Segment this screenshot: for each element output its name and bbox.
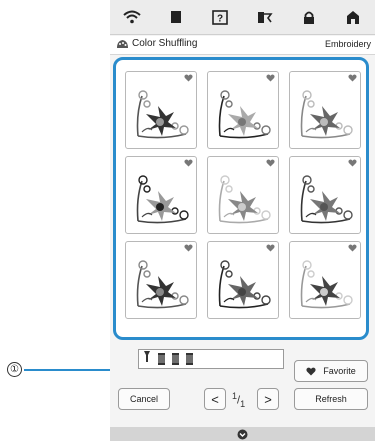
- design-thumbnail[interactable]: [289, 156, 361, 234]
- home-icon[interactable]: [340, 4, 366, 30]
- thread-spool-icon: [172, 353, 179, 365]
- previous-page-button[interactable]: <: [204, 388, 226, 410]
- embroidery-design-icon: [300, 260, 353, 309]
- lock-icon[interactable]: [296, 4, 322, 30]
- top-toolbar: ?: [110, 0, 375, 35]
- favorite-button-label: Favorite: [323, 366, 356, 376]
- heart-icon[interactable]: [348, 244, 357, 252]
- embroidery-design-icon: [136, 90, 189, 139]
- embroidery-design-icon: [300, 90, 353, 139]
- heart-icon[interactable]: [184, 159, 193, 167]
- help-icon[interactable]: ?: [207, 4, 233, 30]
- design-thumbnail[interactable]: [207, 71, 279, 149]
- cancel-button[interactable]: Cancel: [118, 388, 170, 410]
- embroidery-design-icon: [300, 175, 353, 224]
- chevron-right-icon: >: [264, 391, 272, 407]
- color-shuffling-icon: [117, 40, 128, 48]
- heart-icon: [306, 367, 316, 375]
- design-thumbnail-grid: [113, 57, 369, 340]
- page-icon[interactable]: [163, 4, 189, 30]
- thread-spool-icon: [158, 353, 165, 365]
- embroidery-design-icon: [218, 175, 271, 224]
- design-thumbnail[interactable]: [289, 241, 361, 319]
- svg-text:?: ?: [217, 13, 223, 24]
- heart-icon[interactable]: [184, 244, 193, 252]
- thread-color-bar: [138, 349, 284, 369]
- embroidery-design-icon: [218, 90, 271, 139]
- footer-bar: [110, 427, 375, 441]
- design-thumbnail[interactable]: [207, 241, 279, 319]
- thread-spool-icon: [186, 353, 193, 365]
- design-thumbnail[interactable]: [289, 71, 361, 149]
- heart-icon[interactable]: [266, 244, 275, 252]
- machine-status-icon[interactable]: [237, 429, 248, 440]
- page-current: 1: [232, 391, 238, 401]
- heart-icon[interactable]: [184, 74, 193, 82]
- refresh-button[interactable]: Refresh: [294, 388, 368, 410]
- next-page-button[interactable]: >: [257, 388, 279, 410]
- title-bar: Color Shuffling Embroidery: [110, 36, 375, 55]
- machine-screen: ? Color Shuffling Embroidery Favorite Ca…: [110, 0, 375, 441]
- page-indicator: 1/1: [232, 391, 246, 409]
- design-thumbnail[interactable]: [207, 156, 279, 234]
- embroidery-design-icon: [136, 260, 189, 309]
- bottom-panel: Favorite Cancel < 1/1 > Refresh: [110, 343, 375, 427]
- heart-icon[interactable]: [266, 159, 275, 167]
- needle-icon: [143, 350, 151, 368]
- title-area: Color Shuffling: [116, 38, 197, 49]
- design-thumbnail[interactable]: [125, 241, 197, 319]
- embroidery-design-icon: [136, 175, 189, 224]
- heart-icon[interactable]: [266, 74, 275, 82]
- design-thumbnail[interactable]: [125, 156, 197, 234]
- page-total: 1: [240, 398, 246, 409]
- embroidery-design-icon: [218, 260, 271, 309]
- thread-icon[interactable]: [252, 4, 278, 30]
- page-title: Color Shuffling: [132, 38, 198, 49]
- design-thumbnail[interactable]: [125, 71, 197, 149]
- wifi-icon[interactable]: [119, 4, 145, 30]
- heart-icon[interactable]: [348, 74, 357, 82]
- mode-label: Embroidery: [324, 39, 371, 49]
- callout-number: ①: [7, 362, 22, 377]
- chevron-left-icon: <: [211, 391, 219, 407]
- favorite-button[interactable]: Favorite: [294, 360, 368, 382]
- heart-icon[interactable]: [348, 159, 357, 167]
